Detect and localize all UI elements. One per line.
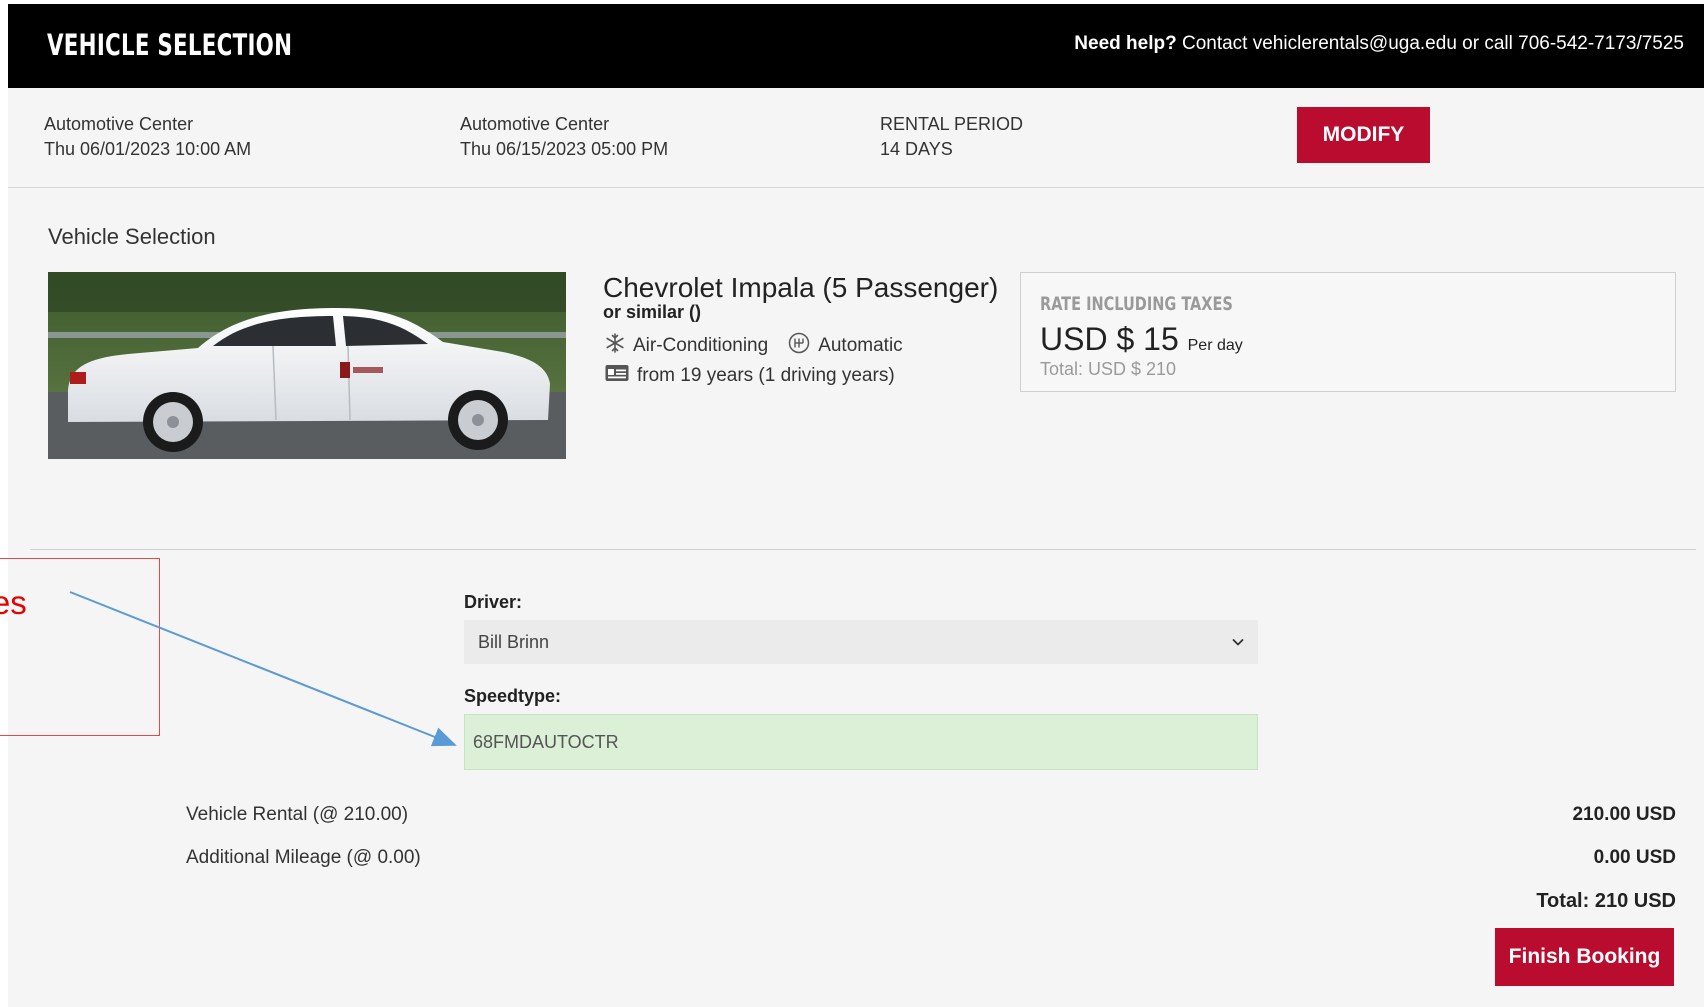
annotation-line-1: ypes xyxy=(0,584,27,621)
rate-amount: USD $ 15 Per day xyxy=(1040,321,1243,358)
annotation-callout: ypes ss xyxy=(0,558,160,736)
rate-total: Total: USD $ 210 xyxy=(1040,359,1177,379)
rate-amount-value: USD $ 15 xyxy=(1040,321,1179,357)
snowflake-icon xyxy=(605,333,625,359)
return-info: Automotive Center Thu 06/15/2023 05:00 P… xyxy=(460,112,668,162)
annotation-text: ypes ss xyxy=(0,577,27,679)
rental-summary: Automotive Center Thu 06/01/2023 10:00 A… xyxy=(8,88,1704,188)
feature-ac: Air-Conditioning Automatic xyxy=(605,332,903,360)
feature-age-label: from 19 years (1 driving years) xyxy=(637,365,895,386)
finish-booking-button[interactable]: Finish Booking xyxy=(1495,928,1674,986)
mileage-label: Additional Mileage (@ 0.00) xyxy=(186,847,421,868)
vehicle-rental-label: Vehicle Rental (@ 210.00) xyxy=(186,804,409,825)
top-bar: VEHICLE SELECTION Need help? Contact veh… xyxy=(8,4,1704,88)
section-title: Vehicle Selection xyxy=(48,224,216,249)
vehicle-name: Chevrolet Impala (5 Passenger) xyxy=(603,272,999,303)
pickup-location: Automotive Center xyxy=(44,114,194,134)
rental-period: RENTAL PERIOD 14 DAYS xyxy=(880,112,1023,162)
gearbox-icon xyxy=(788,332,810,360)
speedtype-input[interactable] xyxy=(464,714,1258,770)
help-prefix: Need help? xyxy=(1074,33,1177,54)
return-location: Automotive Center xyxy=(460,114,610,134)
driver-select-value: Bill Brinn xyxy=(478,632,550,652)
divider xyxy=(30,549,1696,550)
page: VEHICLE SELECTION Need help? Contact veh… xyxy=(8,4,1704,1007)
or-similar-label: or similar () xyxy=(603,302,702,322)
feature-age: from 19 years (1 driving years) xyxy=(605,364,895,388)
rate-per-day: Per day xyxy=(1187,337,1243,354)
mileage-value: 0.00 USD xyxy=(1593,847,1676,868)
driver-label: Driver: xyxy=(464,592,523,612)
return-datetime: Thu 06/15/2023 05:00 PM xyxy=(460,139,669,159)
rate-box: RATE INCLUDING TAXES USD $ 15 Per day To… xyxy=(1020,272,1676,392)
help-contact: Need help? Contact vehiclerentals@uga.ed… xyxy=(1074,33,1684,55)
annotation-line-2: ss xyxy=(0,628,27,679)
rental-period-label: RENTAL PERIOD xyxy=(880,114,1024,134)
vehicle-rental-value: 210.00 USD xyxy=(1572,804,1676,825)
pickup-datetime: Thu 06/01/2023 10:00 AM xyxy=(44,139,252,159)
booking-total: Total: 210 USD xyxy=(1536,890,1676,912)
modify-button[interactable]: MODIFY xyxy=(1297,107,1430,163)
page-title: VEHICLE SELECTION xyxy=(47,28,293,62)
vehicle-image xyxy=(48,272,566,459)
pickup-info: Automotive Center Thu 06/01/2023 10:00 A… xyxy=(44,112,251,162)
rate-label: RATE INCLUDING TAXES xyxy=(1040,293,1233,315)
feature-transmission-label: Automatic xyxy=(818,335,903,356)
rental-period-value: 14 DAYS xyxy=(880,139,953,159)
speedtype-label: Speedtype: xyxy=(464,686,562,706)
driver-select[interactable]: Bill Brinn xyxy=(464,620,1258,664)
chevron-down-icon xyxy=(1230,634,1246,650)
feature-ac-label: Air-Conditioning xyxy=(633,335,769,356)
help-text[interactable]: Contact vehiclerentals@uga.edu or call 7… xyxy=(1182,33,1684,54)
id-card-icon xyxy=(605,364,629,388)
